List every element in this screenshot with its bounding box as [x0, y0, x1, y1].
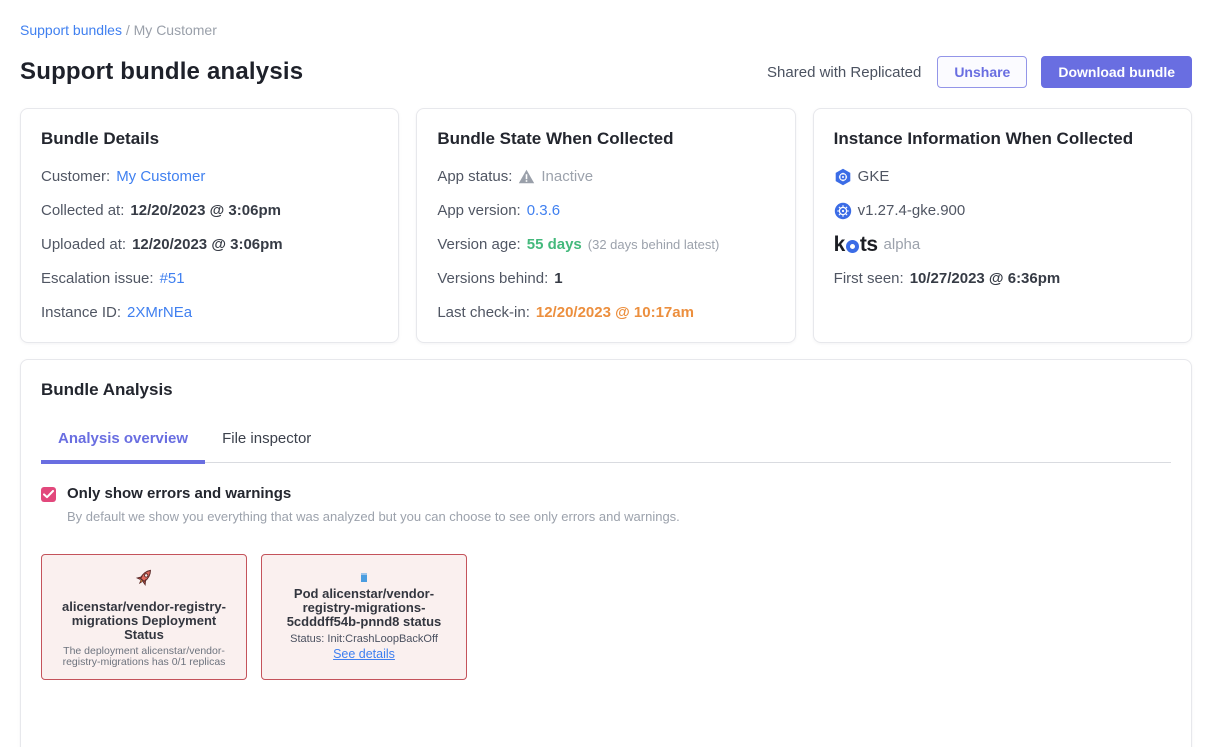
last-checkin-row: Last check-in: 12/20/2023 @ 10:17am: [437, 303, 774, 322]
instance-id-label: Instance ID:: [41, 303, 121, 322]
bundle-details-card: Bundle Details Customer: My Customer Col…: [20, 108, 399, 343]
bundle-state-title: Bundle State When Collected: [437, 129, 774, 149]
deployment-status-error-card[interactable]: alicenstar/vendor-registry-migrations De…: [41, 554, 247, 680]
analysis-tabs: Analysis overview File inspector: [41, 430, 1171, 463]
kots-logo: kts: [834, 235, 878, 254]
bundle-analysis-card: Bundle Analysis Analysis overview File i…: [20, 359, 1192, 747]
pod-icon: [361, 573, 367, 582]
tab-analysis-overview[interactable]: Analysis overview: [41, 430, 205, 464]
collected-at-row: Collected at: 12/20/2023 @ 3:06pm: [41, 201, 378, 220]
customer-label: Customer:: [41, 167, 110, 186]
filter-description: By default we show you everything that w…: [67, 509, 680, 524]
versions-behind-label: Versions behind:: [437, 269, 548, 288]
kots-row: kts alpha: [834, 235, 1171, 254]
filter-text: Only show errors and warnings By default…: [67, 485, 680, 524]
instance-info-title: Instance Information When Collected: [834, 129, 1171, 149]
last-checkin-label: Last check-in:: [437, 303, 530, 322]
k8s-version-value: v1.27.4-gke.900: [858, 201, 966, 220]
collected-at-value: 12/20/2023 @ 3:06pm: [130, 201, 281, 220]
page-header: Support bundle analysis Shared with Repl…: [20, 56, 1192, 88]
bundle-analysis-title: Bundle Analysis: [41, 380, 1171, 400]
warning-icon: [518, 169, 535, 184]
pod-status-error-card[interactable]: Pod alicenstar/vendor-registry-migration…: [261, 554, 467, 680]
instance-info-card: Instance Information When Collected GKE …: [813, 108, 1192, 343]
errors-filter: Only show errors and warnings By default…: [41, 485, 1171, 524]
customer-link[interactable]: My Customer: [116, 167, 205, 186]
tab-file-inspector[interactable]: File inspector: [205, 430, 328, 462]
kots-channel: alpha: [884, 235, 921, 254]
breadcrumb-separator: /: [126, 22, 134, 38]
checkmark-icon: [43, 490, 54, 499]
app-version-link[interactable]: 0.3.6: [527, 201, 560, 220]
breadcrumb-current: My Customer: [134, 22, 217, 38]
download-bundle-button[interactable]: Download bundle: [1041, 56, 1192, 88]
kubernetes-icon: [834, 202, 852, 220]
instance-id-row: Instance ID: 2XMrNEa: [41, 303, 378, 322]
first-seen-label: First seen:: [834, 269, 904, 288]
customer-row: Customer: My Customer: [41, 167, 378, 186]
version-age-row: Version age: 55 days (32 days behind lat…: [437, 235, 774, 254]
error-title: alicenstar/vendor-registry-migrations De…: [51, 600, 237, 642]
versions-behind-row: Versions behind: 1: [437, 269, 774, 288]
bundle-details-title: Bundle Details: [41, 129, 378, 149]
header-actions: Shared with Replicated Unshare Download …: [767, 56, 1192, 88]
instance-id-link[interactable]: 2XMrNEa: [127, 303, 192, 322]
uploaded-at-row: Uploaded at: 12/20/2023 @ 3:06pm: [41, 235, 378, 254]
breadcrumb: Support bundles / My Customer: [20, 22, 1192, 38]
only-errors-checkbox[interactable]: [41, 487, 56, 502]
last-checkin-value: 12/20/2023 @ 10:17am: [536, 303, 694, 322]
distribution-value: GKE: [858, 167, 890, 186]
uploaded-at-value: 12/20/2023 @ 3:06pm: [132, 235, 283, 254]
error-cards-row: alicenstar/vendor-registry-migrations De…: [41, 554, 1171, 680]
info-cards-row: Bundle Details Customer: My Customer Col…: [20, 108, 1192, 343]
uploaded-at-label: Uploaded at:: [41, 235, 126, 254]
error-status: Status: Init:CrashLoopBackOff: [290, 633, 438, 645]
version-age-label: Version age:: [437, 235, 520, 254]
distribution-row: GKE: [834, 167, 1171, 186]
filter-label[interactable]: Only show errors and warnings: [67, 485, 680, 503]
see-details-link[interactable]: See details: [333, 647, 395, 661]
error-title: Pod alicenstar/vendor-registry-migration…: [271, 587, 457, 629]
rocket-icon: [132, 566, 156, 595]
unshare-button[interactable]: Unshare: [937, 56, 1027, 88]
app-version-label: App version:: [437, 201, 520, 220]
kots-o-icon: [846, 240, 859, 253]
first-seen-value: 10/27/2023 @ 6:36pm: [910, 269, 1061, 288]
escalation-issue-label: Escalation issue:: [41, 269, 154, 288]
error-message: The deployment alicenstar/vendor-registr…: [51, 646, 237, 668]
app-status-row: App status: Inactive: [437, 167, 774, 186]
escalation-issue-row: Escalation issue: #51: [41, 269, 378, 288]
page-title: Support bundle analysis: [20, 58, 303, 86]
first-seen-row: First seen: 10/27/2023 @ 6:36pm: [834, 269, 1171, 288]
version-age-value: 55 days: [527, 235, 582, 254]
collected-at-label: Collected at:: [41, 201, 124, 220]
gke-icon: [834, 168, 852, 186]
app-status-label: App status:: [437, 167, 512, 186]
versions-behind-value: 1: [554, 269, 562, 288]
app-version-row: App version: 0.3.6: [437, 201, 774, 220]
support-bundle-page: Support bundles / My Customer Support bu…: [0, 0, 1212, 747]
k8s-version-row: v1.27.4-gke.900: [834, 201, 1171, 220]
escalation-issue-link[interactable]: #51: [160, 269, 185, 288]
breadcrumb-support-bundles-link[interactable]: Support bundles: [20, 22, 122, 38]
shared-status-text: Shared with Replicated: [767, 64, 921, 81]
app-status-value: Inactive: [541, 167, 593, 186]
bundle-state-card: Bundle State When Collected App status: …: [416, 108, 795, 343]
version-age-note: (32 days behind latest): [588, 235, 720, 254]
